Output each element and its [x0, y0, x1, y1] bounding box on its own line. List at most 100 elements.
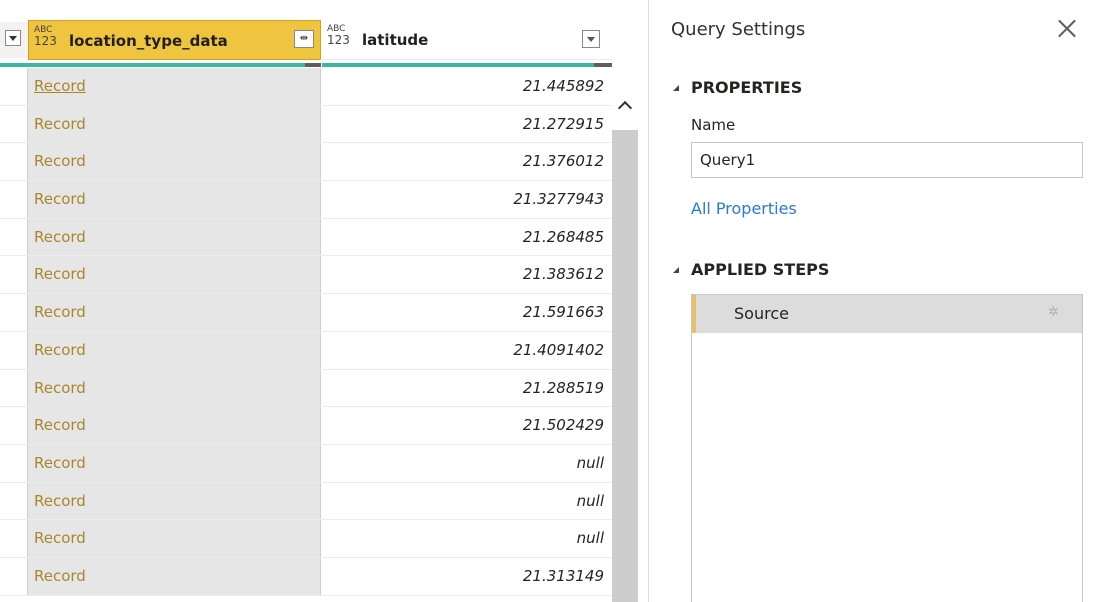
- record-link[interactable]: Record: [34, 492, 86, 510]
- table-row: Record 21.272915: [0, 105, 612, 144]
- data-grid: ABC 123 location_type_data ⇹ ABC 123 lat…: [0, 0, 612, 602]
- latitude-cell[interactable]: null: [322, 445, 612, 482]
- row-gutter: [0, 520, 28, 557]
- row-gutter: [0, 218, 28, 256]
- record-link[interactable]: Record: [34, 77, 86, 95]
- pane-title: Query Settings: [671, 19, 806, 40]
- row-gutter: [0, 482, 28, 520]
- filter-dropdown-icon[interactable]: [582, 30, 600, 48]
- record-link[interactable]: Record: [34, 416, 86, 434]
- step-label: Source: [734, 304, 789, 323]
- record-link[interactable]: Record: [34, 152, 86, 170]
- record-link[interactable]: Record: [34, 529, 86, 547]
- table-row: Record null: [0, 520, 612, 558]
- record-link-cell[interactable]: Record: [28, 407, 321, 444]
- table-row: Record 21.383612: [0, 256, 612, 295]
- column-header-latitude[interactable]: ABC 123 latitude: [322, 20, 612, 60]
- record-link-cell[interactable]: Record: [28, 105, 321, 143]
- latitude-cell[interactable]: 21.3277943: [322, 181, 612, 218]
- grid-rows: Record 21.445892 Record 21.272915 Record 21.3…: [0, 68, 612, 596]
- table-row: Record 21.288519: [0, 369, 612, 408]
- column-dropdown-icon[interactable]: [5, 30, 21, 46]
- latitude-cell[interactable]: null: [322, 483, 612, 520]
- vertical-scrollbar[interactable]: [612, 92, 638, 602]
- collapse-triangle-icon[interactable]: [673, 85, 679, 91]
- record-link-cell[interactable]: Record: [28, 294, 321, 331]
- record-link-cell[interactable]: Record: [28, 256, 321, 294]
- record-link[interactable]: Record: [34, 379, 86, 397]
- latitude-cell[interactable]: 21.591663: [322, 294, 612, 331]
- row-gutter: [0, 444, 28, 482]
- row-gutter: [0, 181, 28, 218]
- table-row: Record 21.4091402: [0, 331, 612, 370]
- applied-steps-list: Source ✲: [691, 294, 1083, 602]
- latitude-cell[interactable]: 21.268485: [322, 219, 612, 256]
- table-row: Record 21.591663: [0, 294, 612, 332]
- all-properties-link[interactable]: All Properties: [691, 199, 797, 218]
- table-row: Record 21.376012: [0, 143, 612, 182]
- row-gutter: [0, 369, 28, 407]
- record-link-cell[interactable]: Record: [28, 181, 321, 218]
- record-link-cell[interactable]: Record: [28, 557, 321, 595]
- latitude-cell[interactable]: null: [322, 520, 612, 557]
- close-icon[interactable]: [1057, 18, 1077, 38]
- column-quality-bar: [0, 63, 28, 67]
- record-link-cell[interactable]: Record: [28, 218, 321, 256]
- record-link-cell[interactable]: Record: [28, 369, 321, 407]
- record-link-cell[interactable]: Record: [28, 520, 321, 557]
- record-link-cell[interactable]: Record: [28, 68, 321, 105]
- column-header-label: latitude: [362, 31, 429, 49]
- scroll-up-icon[interactable]: [618, 98, 632, 112]
- gear-icon[interactable]: ✲: [1048, 306, 1060, 319]
- scrollbar-thumb[interactable]: [612, 130, 638, 602]
- latitude-cell[interactable]: 21.445892: [322, 68, 612, 105]
- row-gutter: [0, 294, 28, 331]
- any-type-icon[interactable]: ABC 123: [327, 24, 357, 46]
- record-link[interactable]: Record: [34, 228, 86, 246]
- row-gutter: [0, 331, 28, 369]
- record-link[interactable]: Record: [34, 341, 86, 359]
- query-settings-pane: Query Settings PROPERTIES Name All Prope…: [649, 0, 1118, 602]
- record-link-cell[interactable]: Record: [28, 444, 321, 482]
- row-gutter: [0, 256, 28, 294]
- column-header-location-type-data[interactable]: ABC 123 location_type_data ⇹: [28, 20, 321, 60]
- record-link[interactable]: Record: [34, 567, 86, 585]
- record-link-cell[interactable]: Record: [28, 482, 321, 520]
- table-row: Record 21.502429: [0, 407, 612, 445]
- record-link[interactable]: Record: [34, 190, 86, 208]
- row-gutter: [0, 557, 28, 595]
- row-gutter: [0, 407, 28, 444]
- name-label: Name: [691, 116, 736, 134]
- properties-section-header[interactable]: PROPERTIES: [673, 78, 802, 97]
- applied-step-source[interactable]: Source ✲: [692, 295, 1082, 333]
- row-gutter: [0, 105, 28, 143]
- applied-steps-section-header[interactable]: APPLIED STEPS: [673, 260, 829, 279]
- latitude-cell[interactable]: 21.502429: [322, 407, 612, 444]
- record-link[interactable]: Record: [34, 115, 86, 133]
- row-gutter: [0, 68, 28, 105]
- latitude-cell[interactable]: 21.376012: [322, 143, 612, 180]
- record-link-cell[interactable]: Record: [28, 143, 321, 181]
- table-row: Record 21.268485: [0, 218, 612, 257]
- record-link[interactable]: Record: [34, 265, 86, 283]
- record-link[interactable]: Record: [34, 303, 86, 321]
- table-row: Record 21.3277943: [0, 181, 612, 219]
- column-header-label: location_type_data: [69, 32, 228, 50]
- record-link-cell[interactable]: Record: [28, 331, 321, 369]
- latitude-cell[interactable]: 21.288519: [322, 370, 612, 407]
- column-quality-bar: [322, 63, 612, 67]
- row-gutter: [0, 143, 28, 181]
- any-type-icon[interactable]: ABC 123: [34, 25, 64, 47]
- row-header-column: [0, 22, 29, 58]
- column-quality-bar: [28, 63, 321, 67]
- latitude-cell[interactable]: 21.4091402: [322, 332, 612, 369]
- latitude-cell[interactable]: 21.272915: [322, 106, 612, 143]
- expand-columns-icon[interactable]: ⇹: [294, 30, 314, 48]
- table-row: Record 21.313149: [0, 557, 612, 596]
- query-name-input[interactable]: [691, 142, 1083, 178]
- table-row: Record null: [0, 444, 612, 483]
- latitude-cell[interactable]: 21.383612: [322, 256, 612, 293]
- latitude-cell[interactable]: 21.313149: [322, 558, 612, 595]
- collapse-triangle-icon[interactable]: [673, 267, 679, 273]
- record-link[interactable]: Record: [34, 454, 86, 472]
